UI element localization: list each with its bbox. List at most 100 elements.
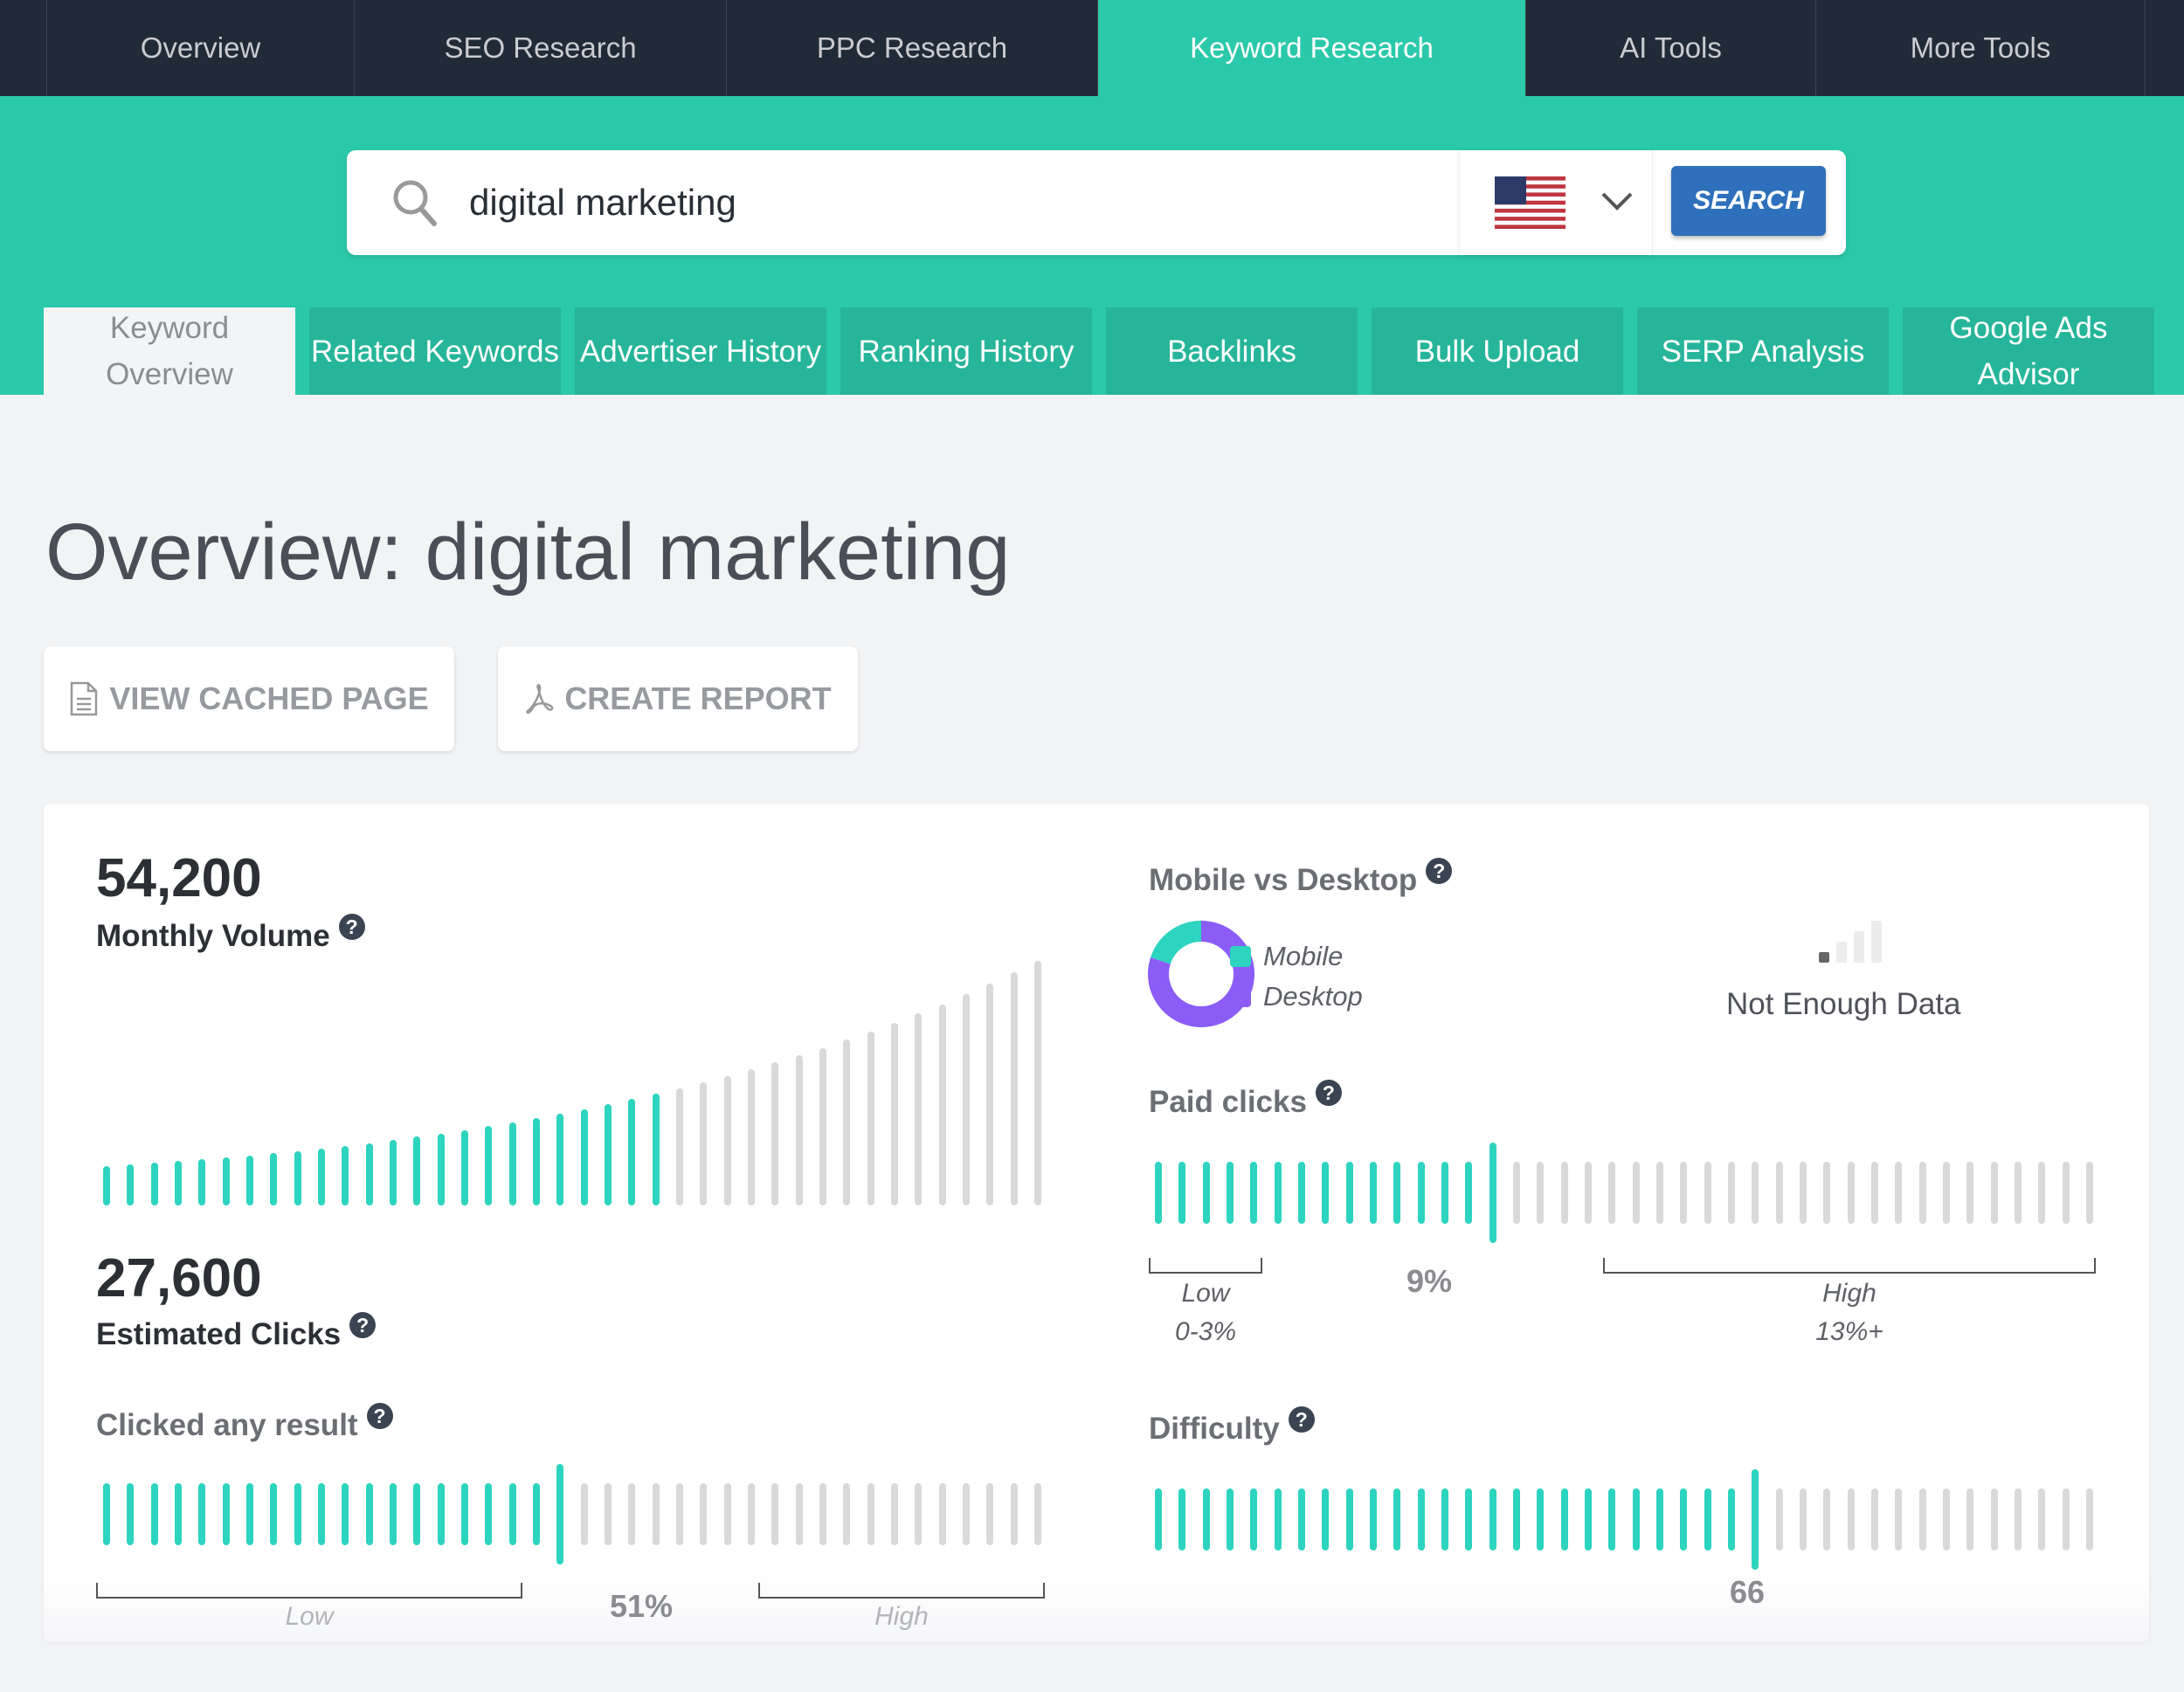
volume-bar[interactable] bbox=[724, 1076, 731, 1205]
donut-slice-mobile[interactable] bbox=[1150, 921, 1202, 965]
subtab-related-keywords[interactable]: Related Keywords bbox=[309, 307, 561, 395]
create-report-label: CREATE REPORT bbox=[564, 680, 832, 716]
nav-item-keyword-research[interactable]: Keyword Research bbox=[1098, 0, 1526, 96]
volume-bar[interactable] bbox=[748, 1069, 755, 1205]
volume-bar[interactable] bbox=[819, 1048, 826, 1205]
volume-bar[interactable] bbox=[151, 1163, 158, 1205]
gauge-bar bbox=[1465, 1488, 1472, 1550]
volume-bar[interactable] bbox=[1011, 972, 1018, 1205]
volume-bar[interactable] bbox=[461, 1130, 468, 1205]
volume-bar[interactable] bbox=[318, 1149, 325, 1205]
subtab-keyword-overview[interactable]: Keyword Overview bbox=[44, 307, 295, 395]
help-icon[interactable]: ? bbox=[338, 914, 365, 940]
volume-bar[interactable] bbox=[127, 1164, 134, 1205]
volume-bar[interactable] bbox=[390, 1140, 397, 1205]
volume-bar[interactable] bbox=[294, 1151, 301, 1205]
paid-clicks-gauge bbox=[1155, 1143, 2093, 1243]
gauge-bar bbox=[605, 1483, 612, 1545]
volume-bar[interactable] bbox=[438, 1134, 445, 1205]
volume-bar[interactable] bbox=[963, 994, 970, 1205]
gauge-bar bbox=[1441, 1488, 1448, 1550]
help-icon[interactable]: ? bbox=[366, 1403, 393, 1429]
search-button[interactable]: SEARCH bbox=[1671, 166, 1826, 236]
top-navigation: Overview SEO Research PPC Research Keywo… bbox=[0, 0, 2184, 96]
gauge-bar bbox=[1370, 1162, 1377, 1224]
volume-bar[interactable] bbox=[915, 1013, 922, 1205]
nav-item-overview[interactable]: Overview bbox=[47, 0, 355, 96]
gauge-bar bbox=[270, 1483, 277, 1545]
volume-bar[interactable] bbox=[653, 1094, 660, 1205]
gauge-bar bbox=[939, 1483, 946, 1545]
nav-item-seo-research[interactable]: SEO Research bbox=[355, 0, 727, 96]
subtab-bulk-upload[interactable]: Bulk Upload bbox=[1372, 307, 1623, 395]
volume-bar[interactable] bbox=[198, 1159, 205, 1205]
gauge-bar bbox=[867, 1483, 874, 1545]
volume-bar[interactable] bbox=[223, 1157, 230, 1205]
volume-bar[interactable] bbox=[891, 1023, 898, 1205]
paid-clicks-value: 9% bbox=[1406, 1263, 1453, 1299]
volume-bar[interactable] bbox=[939, 1005, 946, 1205]
volume-bar[interactable] bbox=[581, 1109, 588, 1205]
gauge-bar bbox=[771, 1483, 778, 1545]
gauge-bar bbox=[581, 1483, 588, 1545]
volume-bar[interactable] bbox=[771, 1062, 778, 1205]
view-cached-page-label: VIEW CACHED PAGE bbox=[109, 680, 429, 716]
volume-bar[interactable] bbox=[175, 1161, 182, 1205]
subtab-advertiser-history[interactable]: Advertiser History bbox=[575, 307, 826, 395]
volume-bar[interactable] bbox=[843, 1039, 850, 1205]
volume-bar[interactable] bbox=[246, 1156, 253, 1205]
gauge-bar bbox=[1227, 1488, 1234, 1550]
nav-item-ppc-research[interactable]: PPC Research bbox=[727, 0, 1098, 96]
gauge-bar bbox=[1155, 1162, 1162, 1224]
gauge-bar bbox=[1465, 1162, 1472, 1224]
subtab-ranking-history[interactable]: Ranking History bbox=[840, 307, 1092, 395]
subtab-serp-analysis[interactable]: SERP Analysis bbox=[1637, 307, 1889, 395]
gauge-bar bbox=[1895, 1488, 1902, 1550]
help-icon[interactable]: ? bbox=[1426, 858, 1453, 884]
volume-bar[interactable] bbox=[103, 1166, 110, 1205]
nav-item-more-tools[interactable]: More Tools bbox=[1816, 0, 2146, 96]
volume-bar[interactable] bbox=[986, 984, 993, 1205]
nav-item-ai-tools[interactable]: AI Tools bbox=[1526, 0, 1816, 96]
gauge-bar bbox=[891, 1483, 898, 1545]
gauge-bar bbox=[1034, 1483, 1041, 1545]
keyword-search-input[interactable] bbox=[469, 172, 1343, 233]
volume-bar[interactable] bbox=[556, 1114, 563, 1205]
gauge-bar bbox=[1871, 1162, 1878, 1224]
country-selector[interactable] bbox=[1459, 150, 1653, 255]
volume-bar[interactable] bbox=[509, 1122, 516, 1205]
paid-low-range: 0-3% bbox=[1174, 1317, 1237, 1346]
view-cached-page-button[interactable]: VIEW CACHED PAGE bbox=[44, 646, 454, 751]
create-report-button[interactable]: CREATE REPORT bbox=[498, 646, 858, 751]
estimated-clicks-label: Estimated Clicks ? bbox=[96, 1312, 377, 1352]
chevron-down-icon bbox=[1601, 192, 1633, 211]
gauge-marker bbox=[1489, 1143, 1496, 1243]
high-range-bracket bbox=[1603, 1258, 2096, 1274]
volume-bar[interactable] bbox=[366, 1143, 373, 1205]
volume-bar[interactable] bbox=[413, 1136, 420, 1205]
volume-bar[interactable] bbox=[605, 1104, 612, 1205]
volume-bar[interactable] bbox=[342, 1146, 349, 1205]
subtab-backlinks[interactable]: Backlinks bbox=[1106, 307, 1358, 395]
volume-bar[interactable] bbox=[1034, 961, 1041, 1205]
volume-bar[interactable] bbox=[796, 1055, 803, 1205]
gauge-bar bbox=[1178, 1488, 1185, 1550]
gauge-bar bbox=[1441, 1162, 1448, 1224]
volume-bar[interactable] bbox=[628, 1099, 635, 1205]
volume-bar[interactable] bbox=[270, 1153, 277, 1205]
subtab-google-ads-advisor[interactable]: Google Ads Advisor bbox=[1903, 307, 2154, 395]
help-icon[interactable]: ? bbox=[349, 1312, 377, 1338]
monthly-volume-label: Monthly Volume ? bbox=[96, 914, 365, 954]
volume-bar[interactable] bbox=[533, 1118, 540, 1205]
help-icon[interactable]: ? bbox=[1315, 1080, 1342, 1106]
gauge-bar bbox=[1919, 1488, 1926, 1550]
gauge-bar bbox=[2015, 1162, 2022, 1224]
help-icon[interactable]: ? bbox=[1288, 1406, 1315, 1433]
volume-bar[interactable] bbox=[700, 1082, 707, 1205]
gauge-bar bbox=[1275, 1162, 1282, 1224]
high-range-label: High bbox=[874, 1602, 929, 1631]
gauge-bar bbox=[748, 1483, 755, 1545]
volume-bar[interactable] bbox=[485, 1126, 492, 1205]
volume-bar[interactable] bbox=[676, 1088, 683, 1205]
volume-bar[interactable] bbox=[867, 1032, 874, 1205]
